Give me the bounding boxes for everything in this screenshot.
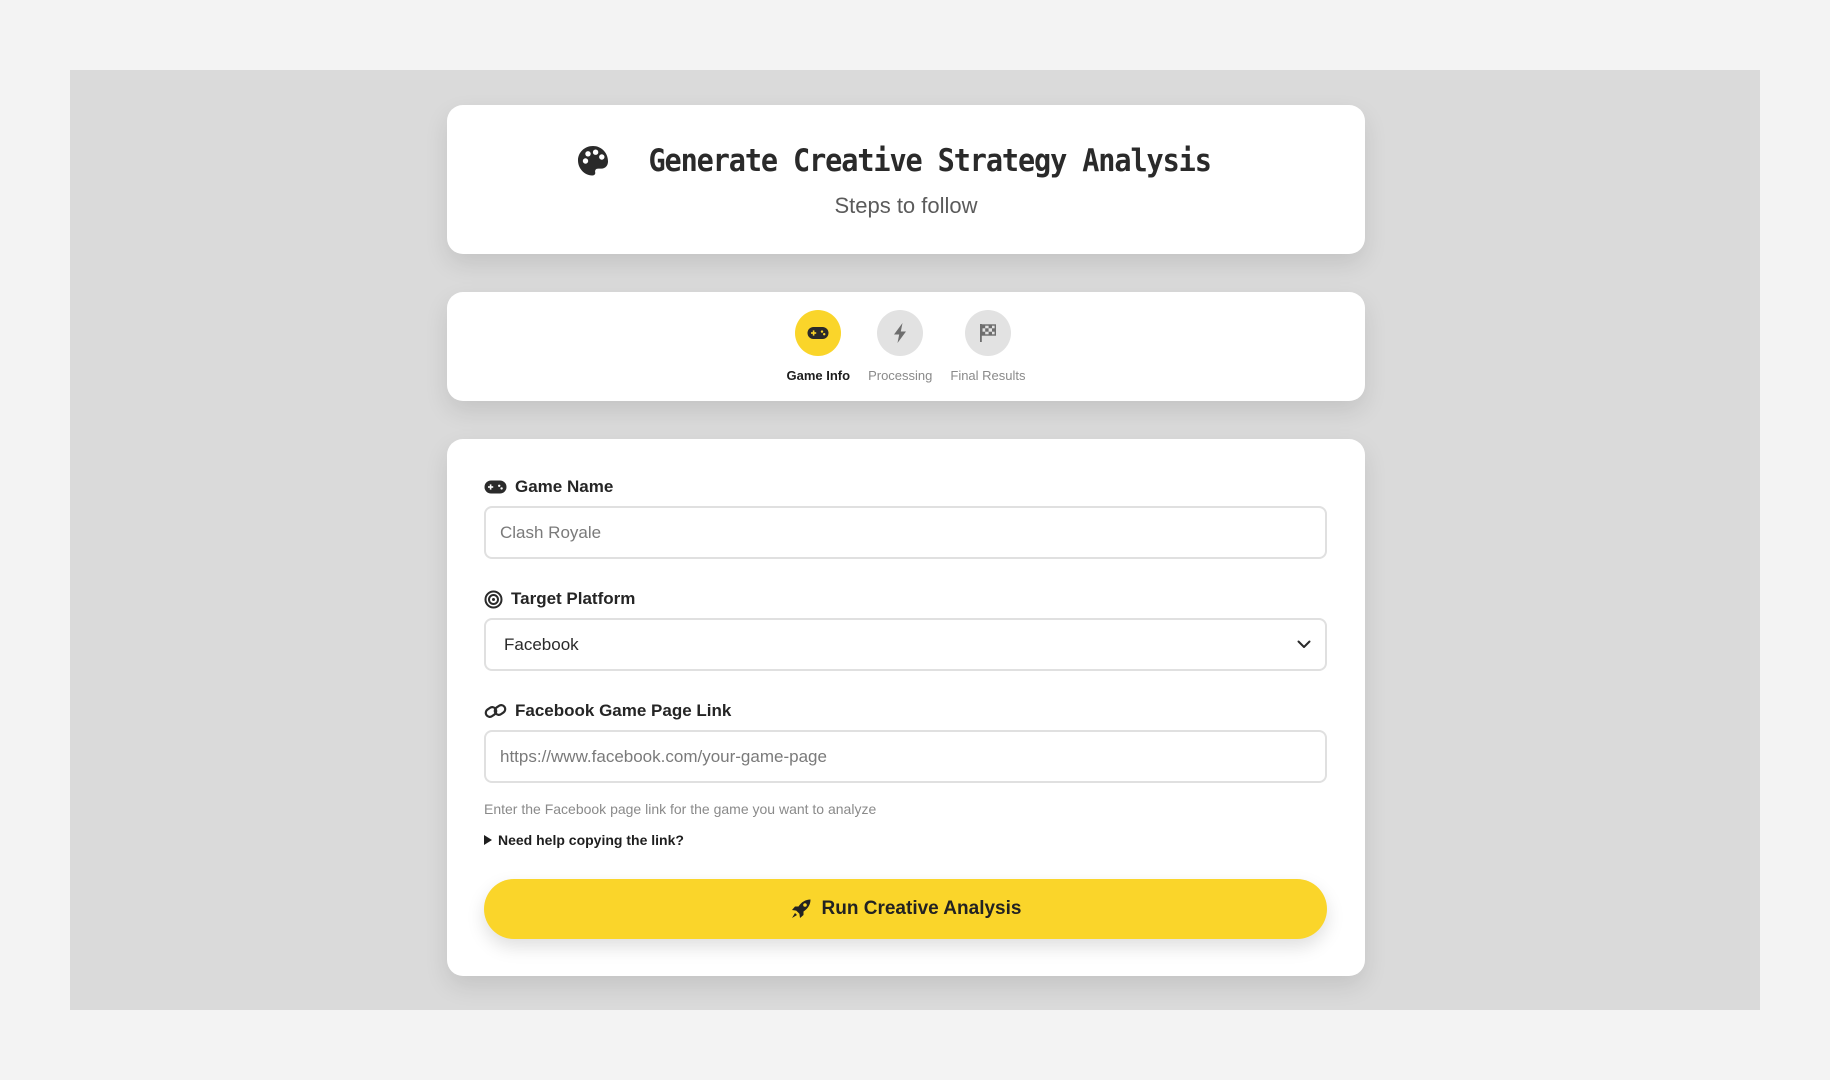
- step-label: Processing: [868, 368, 933, 383]
- game-name-label: Game Name: [484, 477, 613, 497]
- gamepad-icon: [807, 327, 829, 339]
- help-copy-link-toggle[interactable]: Need help copying the link?: [484, 832, 684, 848]
- step-label: Final Results: [950, 368, 1026, 383]
- step-circle: [877, 310, 924, 356]
- step-processing[interactable]: Processing: [868, 310, 932, 383]
- target-platform-select[interactable]: Facebook: [484, 618, 1327, 671]
- page-link-input[interactable]: [484, 730, 1327, 783]
- disclosure-triangle-icon: [484, 835, 492, 845]
- steps-card: Game Info Processing Final Results: [447, 292, 1365, 401]
- header-card: Generate Creative Strategy Analysis Step…: [447, 105, 1365, 254]
- target-icon: [484, 590, 503, 608]
- run-creative-analysis-label: Run Creative Analysis: [821, 898, 1022, 919]
- palette-icon: [578, 146, 609, 176]
- page-link-label: Facebook Game Page Link: [484, 701, 731, 721]
- selected-platform: Facebook: [504, 634, 579, 654]
- header-title-row: Generate Creative Strategy Analysis: [447, 139, 1365, 183]
- step-game-info[interactable]: Game Info: [786, 310, 850, 383]
- bolt-icon: [894, 323, 907, 343]
- target-platform-label: Target Platform: [484, 589, 635, 609]
- page-subtitle: Steps to follow: [834, 193, 978, 218]
- link-icon: [484, 704, 507, 718]
- flag-checkered-icon: [979, 324, 996, 342]
- page-title: Generate Creative Strategy Analysis: [648, 143, 1212, 179]
- step-indicator: Game Info Processing Final Results: [447, 310, 1365, 383]
- gamepad-icon: [484, 480, 507, 494]
- app-frame: Generate Creative Strategy Analysis Step…: [70, 70, 1760, 1010]
- step-circle: [964, 310, 1011, 356]
- step-label: Game Info: [786, 368, 851, 383]
- step-final-results[interactable]: Final Results: [950, 310, 1026, 383]
- rocket-icon: [791, 899, 811, 918]
- help-copy-link-text: Need help copying the link?: [498, 832, 684, 848]
- chevron-down-icon: [1297, 640, 1311, 648]
- step-circle: [795, 310, 842, 356]
- form-card: Game Name Target Platform Facebook Faceb…: [447, 439, 1365, 976]
- page-link-label-text: Facebook Game Page Link: [515, 701, 732, 720]
- run-creative-analysis-button[interactable]: Run Creative Analysis: [484, 879, 1327, 939]
- target-platform-label-text: Target Platform: [511, 589, 636, 608]
- game-name-label-text: Game Name: [515, 477, 614, 496]
- page-link-helper: Enter the Facebook page link for the gam…: [484, 801, 877, 817]
- game-name-input[interactable]: [484, 506, 1327, 559]
